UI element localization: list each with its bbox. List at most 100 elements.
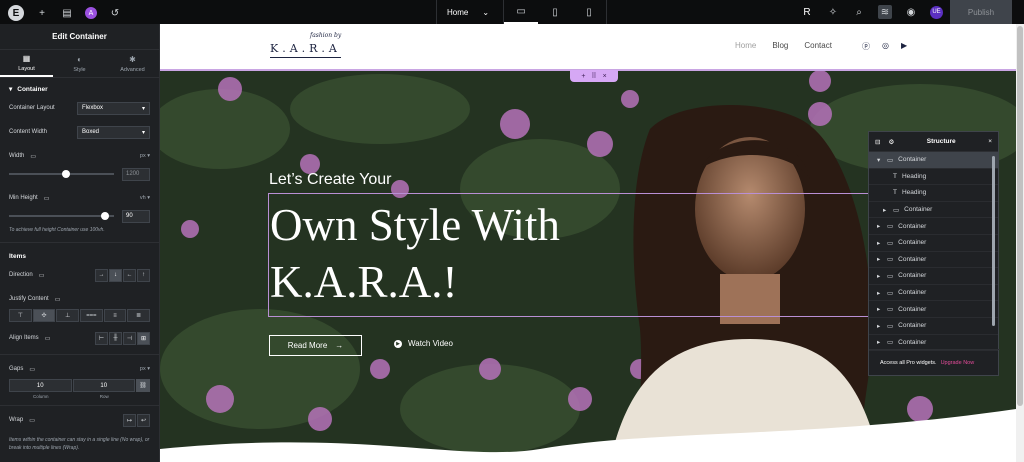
structure-scrollbar[interactable] <box>992 156 995 326</box>
pinterest-icon[interactable]: ⓟ <box>862 41 870 52</box>
watch-video-button[interactable]: ▶ Watch Video <box>394 339 453 348</box>
collapse-all-icon[interactable]: ⊟ <box>875 138 880 146</box>
caret-right-icon[interactable]: ▸ <box>877 272 882 280</box>
canvas-scrollbar-thumb[interactable] <box>1017 26 1023 406</box>
justify-space-around-icon[interactable]: ≡ <box>103 309 127 322</box>
structure-item[interactable]: ▸ ▭ Container <box>869 202 998 219</box>
direction-row-reverse-icon[interactable]: ← <box>123 268 136 282</box>
close-icon[interactable]: × <box>603 73 607 80</box>
justify-center-icon[interactable]: ✣ <box>32 309 56 322</box>
gap-row-input[interactable]: 10 <box>72 379 135 392</box>
notifications-icon[interactable]: R <box>800 5 814 19</box>
desktop-responsive-icon[interactable]: ▭ <box>29 366 35 373</box>
structure-item[interactable]: ▾ ▭ Container <box>869 152 998 169</box>
nav-blog[interactable]: Blog <box>772 41 788 50</box>
caret-right-icon[interactable]: ▸ <box>877 289 882 297</box>
direction-row-icon[interactable]: → <box>95 268 108 282</box>
structure-icon[interactable]: ≋ <box>878 5 892 19</box>
elementor-logo-icon[interactable]: E <box>8 5 24 21</box>
section-container-toggle[interactable]: ▾ Container <box>0 78 159 100</box>
align-start-icon[interactable]: ⊢ <box>95 331 108 345</box>
desktop-responsive-icon[interactable]: ▭ <box>44 195 50 202</box>
container-layout-select[interactable]: Flexbox ▾ <box>77 101 150 115</box>
link-icon[interactable]: ⛓ <box>136 379 150 392</box>
hero-heading[interactable]: Own Style With K.A.R.A.! <box>270 197 560 311</box>
drag-handle-icon[interactable]: ⠿ <box>591 72 596 80</box>
tab-advanced[interactable]: ✱ Advanced <box>106 50 159 77</box>
publish-button[interactable]: Publish <box>950 0 1012 24</box>
youtube-icon[interactable]: ▶ <box>901 41 907 52</box>
structure-item[interactable]: ▸ ▭ Container <box>869 235 998 252</box>
apps-icon[interactable]: ✧ <box>826 5 840 19</box>
instagram-icon[interactable]: ◎ <box>882 41 889 52</box>
desktop-responsive-icon[interactable]: ▭ <box>45 335 51 342</box>
preview-eye-icon[interactable]: ◉ <box>904 5 918 19</box>
justify-end-icon[interactable]: ⊥ <box>56 309 80 322</box>
desktop-responsive-icon[interactable]: ▭ <box>30 153 36 160</box>
justify-space-evenly-icon[interactable]: ≣ <box>127 309 151 322</box>
gaps-inputs: 10 10 ⛓ <box>0 379 159 392</box>
width-slider[interactable] <box>9 170 114 178</box>
add-element-icon[interactable]: + <box>35 6 49 20</box>
justify-space-between-icon[interactable]: ⩶ <box>80 309 103 322</box>
width-slider-knob[interactable] <box>61 170 70 178</box>
direction-column-reverse-icon[interactable]: ↑ <box>137 268 150 282</box>
structure-item[interactable]: ▸ ▭ Container <box>869 218 998 235</box>
structure-item[interactable]: ▸ ▭ Container <box>869 318 998 335</box>
structure-item[interactable]: ▸ ▭ Container <box>869 301 998 318</box>
caret-right-icon[interactable]: ▸ <box>877 255 882 263</box>
tablet-view-icon[interactable]: ▯ <box>538 0 572 24</box>
history-icon[interactable]: ↺ <box>108 6 122 20</box>
avatar[interactable]: UE <box>930 5 943 19</box>
tab-style[interactable]: ◐ Style <box>53 50 106 77</box>
upgrade-link[interactable]: Upgrade Now <box>941 360 975 366</box>
desktop-view-icon[interactable]: ▭ <box>504 0 539 24</box>
structure-item[interactable]: ▸ ▭ Container <box>869 252 998 269</box>
gap-column-input[interactable]: 10 <box>9 379 72 392</box>
caret-right-icon[interactable]: ▸ <box>883 206 888 214</box>
nav-contact[interactable]: Contact <box>804 41 832 50</box>
caret-right-icon[interactable]: ▸ <box>877 338 882 346</box>
nav-home[interactable]: Home <box>735 41 756 50</box>
align-end-icon[interactable]: ⊣ <box>123 331 136 345</box>
close-icon[interactable]: × <box>988 138 992 145</box>
add-icon[interactable]: + <box>581 73 585 80</box>
width-unit-select[interactable]: px ▾ <box>140 153 150 159</box>
caret-right-icon[interactable]: ▸ <box>877 239 882 247</box>
min-height-input[interactable]: 90 <box>122 209 150 223</box>
min-height-slider-knob[interactable] <box>101 212 110 220</box>
caret-right-icon[interactable]: ▸ <box>877 305 882 313</box>
read-more-button[interactable]: Read More → <box>269 335 362 356</box>
structure-item[interactable]: ▸ ▭ Container <box>869 268 998 285</box>
structure-item[interactable]: ▸ ▭ Container <box>869 285 998 302</box>
content-width-label: Content Width <box>9 129 48 135</box>
direction-column-icon[interactable]: ↓ <box>109 268 122 282</box>
page-selector[interactable]: Home ⌄ <box>437 0 505 24</box>
gaps-unit-select[interactable]: px ▾ <box>140 366 150 372</box>
desktop-responsive-icon[interactable]: ▭ <box>39 272 45 279</box>
min-height-slider[interactable] <box>9 212 114 220</box>
wrap-icon[interactable]: ↩ <box>137 413 150 427</box>
align-stretch-icon[interactable]: ⊞ <box>137 331 150 345</box>
caret-right-icon[interactable]: ▸ <box>877 222 882 230</box>
ai-assistant-icon[interactable]: A <box>85 7 97 19</box>
canvas-scrollbar[interactable] <box>1016 24 1024 462</box>
page-settings-icon[interactable]: ▤ <box>60 6 74 20</box>
no-wrap-icon[interactable]: ↦ <box>123 413 136 427</box>
desktop-responsive-icon[interactable]: ▭ <box>29 417 35 424</box>
justify-start-icon[interactable]: ⊤ <box>9 309 32 322</box>
width-input[interactable]: 1200 <box>122 167 150 181</box>
tab-layout[interactable]: ▦ Layout <box>0 50 53 77</box>
structure-item[interactable]: T Heading <box>869 185 998 202</box>
caret-right-icon[interactable]: ▸ <box>877 322 882 330</box>
align-center-icon[interactable]: ╫ <box>109 331 122 345</box>
structure-item[interactable]: T Heading <box>869 169 998 186</box>
mobile-view-icon[interactable]: ▯ <box>572 0 606 24</box>
search-icon[interactable]: ⌕ <box>852 5 866 19</box>
min-height-unit-select[interactable]: vh ▾ <box>140 195 150 201</box>
hero-kicker[interactable]: Let’s Create Your <box>269 171 391 189</box>
caret-down-icon[interactable]: ▾ <box>877 156 882 164</box>
content-width-select[interactable]: Boxed ▾ <box>77 125 150 139</box>
site-logo[interactable]: fashion by K.A.R.A <box>270 32 360 62</box>
desktop-responsive-icon[interactable]: ▭ <box>55 296 61 303</box>
